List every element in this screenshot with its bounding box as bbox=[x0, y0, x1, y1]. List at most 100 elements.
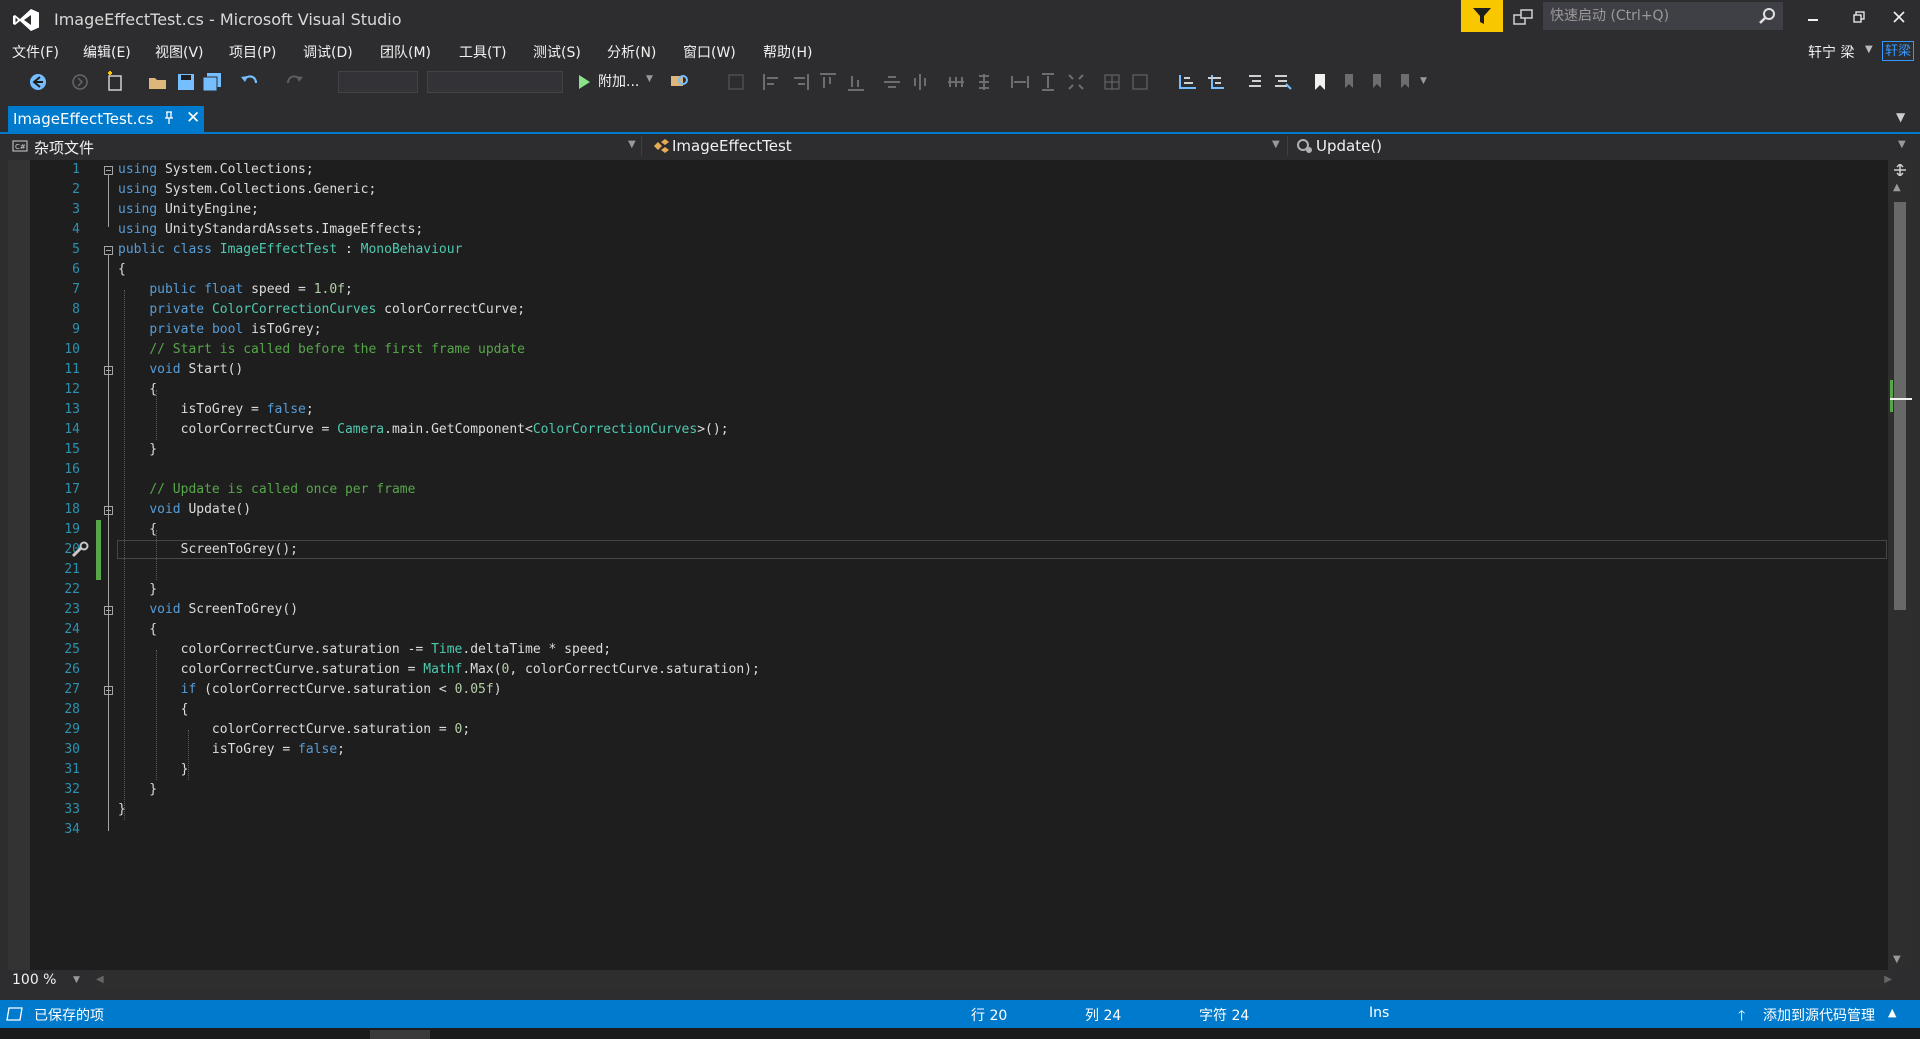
code-line[interactable]: using System.Collections; bbox=[118, 160, 314, 180]
save-all-button[interactable] bbox=[200, 70, 224, 94]
code-line[interactable]: private ColorCorrectionCurves colorCorre… bbox=[118, 300, 525, 320]
code-line[interactable]: } bbox=[118, 780, 157, 800]
horizontal-scrollbar[interactable]: ◀ ▶ bbox=[94, 973, 1894, 989]
code-line[interactable]: void Start() bbox=[118, 360, 243, 380]
minimize-button[interactable] bbox=[1790, 0, 1836, 34]
make-same-height-button[interactable] bbox=[1036, 70, 1060, 94]
toolbar-overflow-icon[interactable]: ▼ bbox=[1420, 76, 1427, 86]
menu-tools[interactable]: 工具(T) bbox=[459, 42, 506, 62]
user-name[interactable]: 轩宁 梁 bbox=[1808, 42, 1854, 62]
vertical-scrollbar[interactable]: ▲ ▼ bbox=[1888, 160, 1912, 970]
solution-configuration-combo[interactable] bbox=[338, 71, 418, 93]
menu-team[interactable]: 团队(M) bbox=[380, 42, 431, 62]
collapse-toggle[interactable] bbox=[104, 166, 113, 175]
close-window-button[interactable] bbox=[1876, 0, 1920, 34]
code-line[interactable]: { bbox=[118, 520, 157, 540]
feedback-icon[interactable] bbox=[1512, 7, 1534, 29]
arrow-up-icon[interactable]: 🡑 bbox=[1738, 1005, 1745, 1029]
align-bottom-button[interactable] bbox=[844, 70, 868, 94]
quick-launch-input[interactable] bbox=[1544, 3, 1755, 29]
split-window-icon[interactable] bbox=[1894, 164, 1906, 176]
save-button[interactable] bbox=[174, 70, 198, 94]
space-across-button[interactable] bbox=[944, 70, 968, 94]
notifications-button[interactable] bbox=[1461, 0, 1503, 32]
grid-button[interactable] bbox=[1100, 70, 1124, 94]
code-line[interactable]: public float speed = 1.0f; bbox=[118, 280, 353, 300]
clear-bookmarks-button[interactable] bbox=[1392, 70, 1416, 94]
pin-icon[interactable] bbox=[162, 110, 176, 126]
type-dropdown[interactable]: ImageEffectTest ▼ bbox=[648, 136, 1288, 156]
code-line[interactable]: colorCorrectCurve.saturation = 0; bbox=[118, 720, 470, 740]
tab-overflow-icon[interactable]: ▼ bbox=[1896, 110, 1905, 124]
add-to-source-control-button[interactable]: 添加到源代码管理 bbox=[1763, 1005, 1875, 1025]
space-down-button[interactable] bbox=[972, 70, 996, 94]
menu-debug[interactable]: 调试(D) bbox=[303, 42, 353, 62]
code-line[interactable]: public class ImageEffectTest : MonoBehav… bbox=[118, 240, 462, 260]
code-line[interactable]: { bbox=[118, 700, 189, 720]
align-left-button[interactable] bbox=[760, 70, 784, 94]
chevron-down-icon[interactable]: ▼ bbox=[646, 74, 653, 84]
code-line[interactable]: // Update is called once per frame bbox=[118, 480, 415, 500]
code-line[interactable]: isToGrey = false; bbox=[118, 740, 345, 760]
find-in-files-button[interactable] bbox=[668, 70, 692, 94]
code-line[interactable]: using UnityEngine; bbox=[118, 200, 259, 220]
code-editor[interactable]: 1 2 3 4 5 6 7 8 9 10 11 12 13 14 15 16 1… bbox=[8, 160, 1888, 970]
menu-edit[interactable]: 编辑(E) bbox=[83, 42, 131, 62]
undo-button[interactable] bbox=[238, 70, 262, 94]
uncomment-lines-button[interactable] bbox=[1270, 70, 1294, 94]
avatar[interactable]: 轩梁 bbox=[1882, 41, 1914, 61]
collapse-toggle[interactable] bbox=[104, 686, 113, 695]
search-icon[interactable] bbox=[1758, 7, 1776, 25]
menu-help[interactable]: 帮助(H) bbox=[763, 42, 812, 62]
zoom-dropdown[interactable]: 100 % ▼ bbox=[8, 971, 88, 991]
collapse-toggle[interactable] bbox=[104, 606, 113, 615]
menu-file[interactable]: 文件(F) bbox=[12, 42, 59, 62]
open-file-button[interactable] bbox=[146, 70, 170, 94]
status-insert-mode[interactable]: Ins bbox=[1369, 1005, 1389, 1021]
outdent-button[interactable] bbox=[1176, 70, 1200, 94]
code-line[interactable]: // Start is called before the first fram… bbox=[118, 340, 525, 360]
code-line[interactable]: } bbox=[118, 800, 126, 820]
collapse-toggle[interactable] bbox=[104, 506, 113, 515]
menu-test[interactable]: 测试(S) bbox=[533, 42, 581, 62]
code-line[interactable]: void ScreenToGrey() bbox=[118, 600, 298, 620]
start-debugging-button[interactable] bbox=[572, 70, 596, 94]
new-project-button[interactable] bbox=[104, 70, 128, 94]
center-vertical-button[interactable] bbox=[908, 70, 932, 94]
chevron-up-icon[interactable]: ▲ bbox=[1888, 1006, 1896, 1019]
scrollbar-thumb[interactable] bbox=[1894, 202, 1906, 610]
code-line[interactable]: colorCorrectCurve.saturation -= Time.del… bbox=[118, 640, 612, 660]
previous-bookmark-button[interactable] bbox=[1336, 70, 1360, 94]
code-line[interactable]: void Update() bbox=[118, 500, 251, 520]
glyph-margin[interactable] bbox=[8, 160, 30, 970]
menu-window[interactable]: 窗口(W) bbox=[683, 42, 736, 62]
member-dropdown[interactable]: Update() ▼ bbox=[1294, 136, 1912, 156]
redo-button[interactable] bbox=[282, 70, 306, 94]
close-tab-icon[interactable]: ✕ bbox=[186, 108, 200, 128]
code-line[interactable]: using System.Collections.Generic; bbox=[118, 180, 376, 200]
code-line[interactable]: } bbox=[118, 760, 189, 780]
code-line[interactable]: ScreenToGrey(); bbox=[118, 540, 298, 560]
solution-platform-combo[interactable] bbox=[427, 71, 563, 93]
code-line[interactable]: } bbox=[118, 440, 157, 460]
toolbar-disabled-button-1[interactable] bbox=[724, 70, 748, 94]
navigate-forward-button[interactable] bbox=[68, 70, 92, 94]
tab-imageeffecttest[interactable]: ImageEffectTest.cs ✕ bbox=[8, 106, 204, 132]
scroll-right-icon[interactable]: ▶ bbox=[1884, 974, 1892, 985]
toggle-bookmark-button[interactable] bbox=[1308, 70, 1332, 94]
project-dropdown[interactable]: C# 杂项文件 ▼ bbox=[8, 136, 642, 157]
code-line[interactable]: private bool isToGrey; bbox=[118, 320, 321, 340]
code-line[interactable]: if (colorCorrectCurve.saturation < 0.05f… bbox=[118, 680, 502, 700]
code-line[interactable]: { bbox=[118, 620, 157, 640]
menu-project[interactable]: 项目(P) bbox=[229, 42, 276, 62]
quick-actions-icon[interactable] bbox=[70, 541, 90, 559]
align-right-button[interactable] bbox=[788, 70, 812, 94]
navigate-back-button[interactable] bbox=[26, 70, 50, 94]
quick-launch-box[interactable] bbox=[1543, 2, 1783, 30]
scroll-up-icon[interactable]: ▲ bbox=[1893, 182, 1901, 193]
attach-button-label[interactable]: 附加... bbox=[598, 71, 639, 93]
code-line[interactable]: { bbox=[118, 380, 157, 400]
comment-lines-button[interactable] bbox=[1244, 70, 1268, 94]
make-same-size-button[interactable] bbox=[1064, 70, 1088, 94]
tab-order-button[interactable] bbox=[1128, 70, 1152, 94]
